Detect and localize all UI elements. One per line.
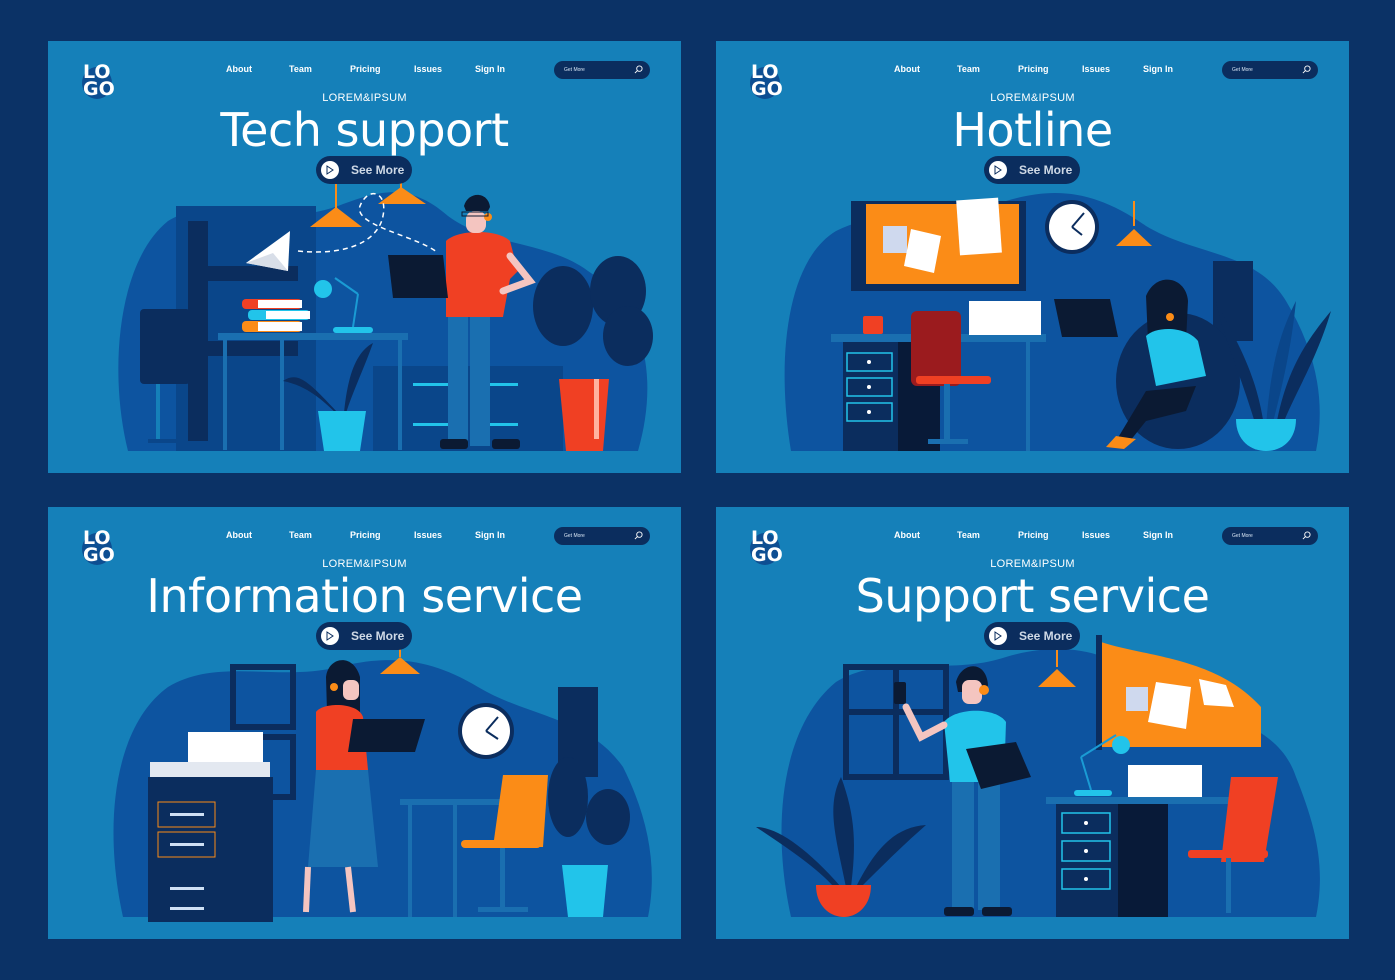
play-icon — [326, 165, 334, 175]
see-more-button[interactable]: See More — [984, 156, 1080, 184]
see-more-label: See More — [351, 163, 405, 177]
search-box[interactable] — [554, 61, 650, 79]
nav-sign-in[interactable]: Sign In — [1143, 64, 1173, 74]
nav-team[interactable]: Team — [289, 64, 312, 74]
nav-sign-in[interactable]: Sign In — [1143, 530, 1173, 540]
play-button-circle — [989, 627, 1007, 645]
nav-about[interactable]: About — [894, 64, 920, 74]
page-title: Hotline — [952, 103, 1113, 157]
search-input[interactable] — [1232, 530, 1296, 542]
see-more-button[interactable]: See More — [316, 156, 412, 184]
nav-team[interactable]: Team — [957, 530, 980, 540]
see-more-label: See More — [351, 629, 405, 643]
nav-pricing[interactable]: Pricing — [1018, 64, 1049, 74]
landing-panel-information-service: LOGO About Team Pricing Issues Sign In L… — [48, 507, 681, 939]
search-input[interactable] — [564, 64, 628, 76]
nav-pricing[interactable]: Pricing — [1018, 530, 1049, 540]
landing-panel-hotline: LOGO About Team Pricing Issues Sign In L… — [716, 41, 1349, 473]
landing-panel-support-service: LOGO About Team Pricing Issues Sign In L… — [716, 507, 1349, 939]
play-icon — [994, 165, 1002, 175]
nav-about[interactable]: About — [894, 530, 920, 540]
play-icon — [326, 631, 334, 641]
play-button-circle — [989, 161, 1007, 179]
nav-issues[interactable]: Issues — [414, 530, 442, 540]
page-title: Information service — [146, 569, 583, 623]
page-title: Tech support — [220, 103, 509, 157]
nav-about[interactable]: About — [226, 530, 252, 540]
nav-about[interactable]: About — [226, 64, 252, 74]
see-more-label: See More — [1019, 629, 1073, 643]
page-title: Support service — [855, 569, 1210, 623]
nav-issues[interactable]: Issues — [1082, 64, 1110, 74]
search-box[interactable] — [1222, 527, 1318, 545]
play-button-circle — [321, 161, 339, 179]
search-input[interactable] — [1232, 64, 1296, 76]
search-icon[interactable] — [1302, 531, 1311, 540]
see-more-label: See More — [1019, 163, 1073, 177]
search-input[interactable] — [564, 530, 628, 542]
nav-issues[interactable]: Issues — [414, 64, 442, 74]
search-icon[interactable] — [634, 65, 643, 74]
search-box[interactable] — [554, 527, 650, 545]
landing-panel-tech-support: LOGO About Team Pricing Issues Sign In L… — [48, 41, 681, 473]
search-icon[interactable] — [1302, 65, 1311, 74]
play-button-circle — [321, 627, 339, 645]
nav-pricing[interactable]: Pricing — [350, 530, 381, 540]
see-more-button[interactable]: See More — [316, 622, 412, 650]
play-icon — [994, 631, 1002, 641]
search-box[interactable] — [1222, 61, 1318, 79]
nav-team[interactable]: Team — [289, 530, 312, 540]
nav-sign-in[interactable]: Sign In — [475, 64, 505, 74]
nav-pricing[interactable]: Pricing — [350, 64, 381, 74]
nav-issues[interactable]: Issues — [1082, 530, 1110, 540]
nav-sign-in[interactable]: Sign In — [475, 530, 505, 540]
search-icon[interactable] — [634, 531, 643, 540]
see-more-button[interactable]: See More — [984, 622, 1080, 650]
nav-team[interactable]: Team — [957, 64, 980, 74]
